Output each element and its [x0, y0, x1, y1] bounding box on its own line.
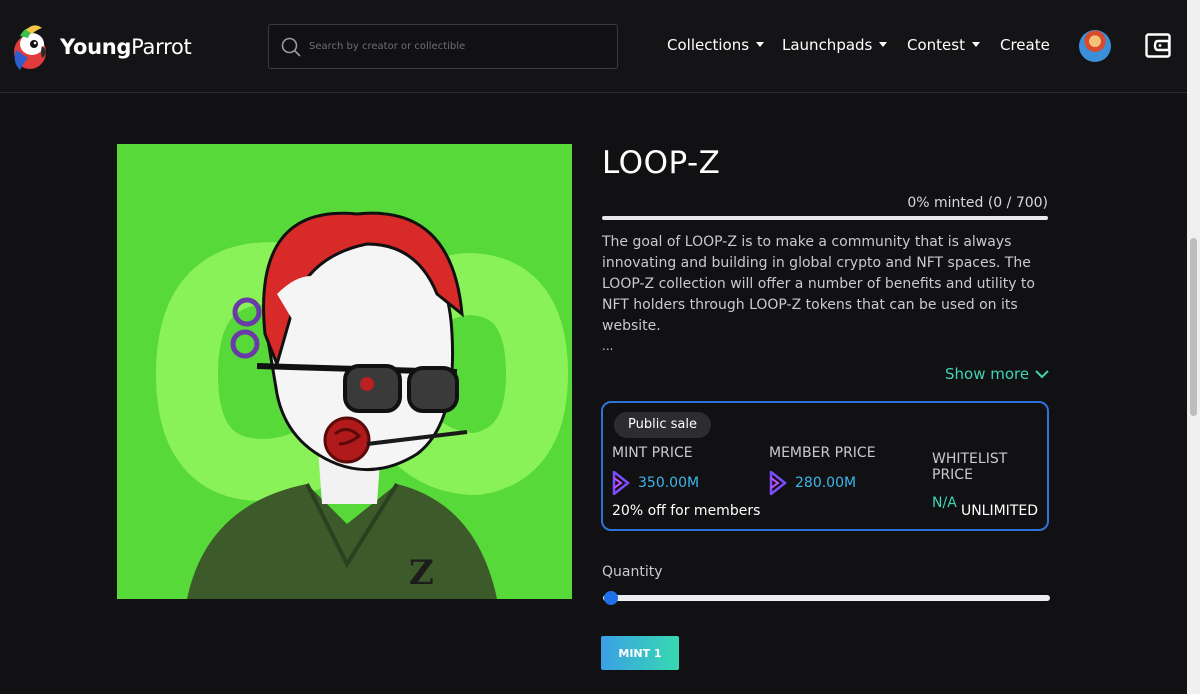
- logo-text: YoungParrot: [60, 35, 192, 59]
- top-navbar: YoungParrot Collections Launchpads Conte…: [0, 0, 1200, 93]
- search-icon: [281, 37, 301, 57]
- nft-artwork-image: Z: [117, 144, 572, 599]
- nav-launchpads[interactable]: Launchpads: [782, 36, 888, 54]
- member-discount-text: 20% off for members: [612, 503, 761, 519]
- minted-count: 0% minted (0 / 700): [907, 195, 1048, 211]
- member-price-block: MEMBER PRICE 280.00M: [769, 445, 876, 495]
- whitelist-price-block: WHITELIST PRICE N/A: [932, 451, 1047, 511]
- description-ellipsis: ...: [602, 339, 614, 353]
- wallet-icon[interactable]: [1145, 33, 1171, 58]
- nft-artwork-illustration: Z: [117, 144, 572, 599]
- show-more-button[interactable]: Show more: [945, 365, 1049, 383]
- nav-contest[interactable]: Contest: [907, 36, 980, 54]
- parrot-logo-icon: [14, 25, 46, 70]
- page-scrollbar[interactable]: [1187, 0, 1200, 694]
- mint-button[interactable]: MINT 1: [601, 636, 679, 670]
- quantity-label: Quantity: [602, 564, 663, 580]
- caret-down-icon: [879, 41, 888, 47]
- quantity-slider-handle[interactable]: [604, 591, 618, 605]
- scrollbar-thumb[interactable]: [1190, 238, 1197, 416]
- member-price-amount: 280.00M: [795, 475, 857, 491]
- mint-price-amount: 350.00M: [638, 475, 700, 491]
- nav-create-label: Create: [1000, 36, 1050, 54]
- nav-create[interactable]: Create: [1000, 36, 1050, 54]
- mint-price-value: 350.00M: [612, 471, 699, 495]
- collection-title: LOOP-Z: [602, 145, 721, 181]
- svg-text:Z: Z: [409, 553, 434, 593]
- caret-down-icon: [971, 41, 980, 47]
- token-icon: [769, 471, 787, 495]
- sale-info-card: Public sale MINT PRICE 350.00M MEMBER PR…: [601, 401, 1049, 531]
- nav-launchpads-label: Launchpads: [782, 36, 873, 54]
- mint-limit-text: UNLIMITED: [960, 503, 1038, 519]
- nav-collections[interactable]: Collections: [667, 36, 765, 54]
- avatar[interactable]: [1079, 30, 1111, 62]
- nav-contest-label: Contest: [907, 36, 965, 54]
- quantity-slider[interactable]: [603, 591, 1050, 605]
- public-sale-badge: Public sale: [614, 412, 711, 438]
- search-bar[interactable]: [268, 24, 618, 69]
- mint-progress-bar: [602, 216, 1048, 220]
- chevron-down-icon: [1035, 370, 1049, 379]
- caret-down-icon: [756, 41, 765, 47]
- show-more-label: Show more: [945, 365, 1030, 383]
- collection-description: The goal of LOOP-Z is to make a communit…: [602, 234, 1035, 334]
- whitelist-price-label: WHITELIST PRICE: [932, 451, 1008, 483]
- logo[interactable]: YoungParrot: [6, 22, 192, 72]
- member-price-label: MEMBER PRICE: [769, 445, 876, 461]
- nav-collections-label: Collections: [667, 36, 750, 54]
- mint-price-block: MINT PRICE 350.00M: [612, 445, 699, 495]
- search-input[interactable]: [309, 41, 599, 52]
- token-icon: [612, 471, 630, 495]
- mint-price-label: MINT PRICE: [612, 445, 693, 461]
- member-price-value: 280.00M: [769, 471, 876, 495]
